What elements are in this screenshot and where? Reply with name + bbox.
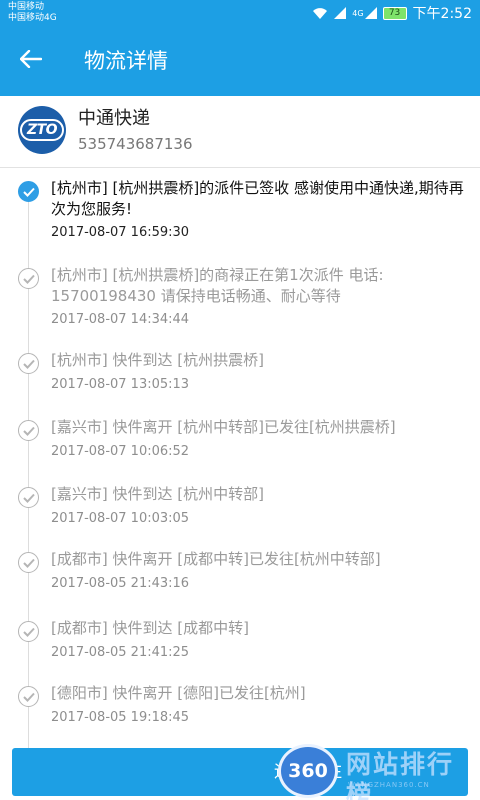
wifi-icon [312, 7, 328, 20]
courier-logo: ZTO [18, 106, 66, 154]
event-time: 2017-08-07 16:59:30 [51, 225, 190, 240]
watermark-text: 网站排行榜 [346, 750, 455, 800]
check-circle-icon [18, 353, 39, 374]
status-bar: 中国移动 中国移动4G 4G 73 下午2:52 [0, 0, 480, 26]
event-description: [嘉兴市] 快件到达 [杭州中转部] [51, 485, 264, 503]
signal-icon [334, 7, 347, 19]
check-circle-icon [18, 181, 39, 202]
event-time: 2017-08-07 13:05:13 [51, 377, 190, 392]
watermark-360-logo: 360 [278, 744, 338, 798]
event-description: [嘉兴市] 快件离开 [杭州中转部]已发往[杭州拱震桥] [51, 418, 396, 436]
courier-name: 中通快递 [78, 108, 150, 129]
tracking-number: 535743687136 [78, 135, 193, 153]
check-circle-icon [18, 552, 39, 573]
courier-logo-text: ZTO [19, 119, 65, 141]
waybill-note-button[interactable]: 运单备注 360 网站排行榜 WANGZHAN360.CN [12, 744, 468, 800]
status-time: 下午2:52 [412, 6, 472, 22]
battery-icon: 73 [382, 6, 407, 20]
page-title: 物流详情 [84, 49, 168, 73]
event-description: [杭州市] [杭州拱震桥]的派件已签收 感谢使用中通快递,期待再次为您服务! [51, 179, 464, 218]
event-description: [成都市] 快件离开 [成都中转]已发往[杭州中转部] [51, 550, 381, 568]
event-description: [德阳市] 快件离开 [德阳]已发往[杭州] [51, 684, 306, 702]
event-description: [杭州市] [杭州拱震桥]的商禄正在第1次派件 电话: 15700198430 … [51, 266, 384, 305]
event-time: 2017-08-07 10:06:52 [51, 444, 190, 459]
network-type: 4G [352, 8, 364, 18]
check-circle-icon [18, 686, 39, 707]
watermark-subtext: WANGZHAN360.CN [348, 781, 430, 789]
event-description: [杭州市] 快件到达 [杭州拱震桥] [51, 351, 264, 369]
event-time: 2017-08-05 19:18:45 [51, 710, 190, 725]
carrier-label-1: 中国移动 [8, 2, 45, 12]
event-time: 2017-08-07 10:03:05 [51, 511, 190, 526]
event-time: 2017-08-05 21:43:16 [51, 576, 190, 591]
app-bar: 物流详情 [0, 26, 480, 96]
event-time: 2017-08-07 14:34:44 [51, 312, 190, 327]
carrier-label-2: 中国移动4G [8, 13, 57, 23]
check-circle-icon [18, 420, 39, 441]
signal-4g-icon: 4G [352, 7, 377, 19]
check-circle-icon [18, 621, 39, 642]
back-button[interactable] [14, 44, 48, 78]
check-circle-icon [18, 487, 39, 508]
status-icons: 4G 73 下午2:52 [312, 4, 472, 22]
tracking-timeline: [杭州市] [杭州拱震桥]的派件已签收 感谢使用中通快递,期待再次为您服务! 2… [0, 168, 480, 748]
courier-card: ZTO 中通快递 535743687136 [0, 96, 480, 168]
event-time: 2017-08-05 21:41:25 [51, 645, 190, 660]
check-circle-icon [18, 268, 39, 289]
event-description: [成都市] 快件到达 [成都中转] [51, 619, 249, 637]
arrow-left-icon [19, 49, 43, 72]
